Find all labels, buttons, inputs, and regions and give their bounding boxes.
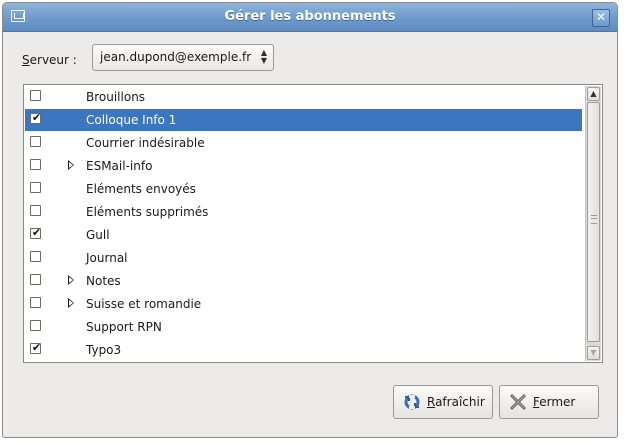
folder-row[interactable]: Notes (25, 270, 582, 292)
folder-row[interactable]: ✔ Typo3 (25, 339, 582, 361)
close-button-label: Fermer (533, 386, 575, 418)
folder-row[interactable]: Support RPN (25, 316, 582, 338)
server-select[interactable]: jean.dupond@exemple.fr ▲ ▼ (92, 44, 274, 71)
subscribe-checkbox[interactable] (30, 90, 41, 101)
subscribe-checkbox[interactable] (30, 320, 41, 331)
triangle-right-icon[interactable] (68, 275, 74, 285)
subscribe-checkbox[interactable] (30, 182, 41, 193)
scroll-down-button[interactable]: ▼ (587, 346, 600, 360)
folder-name: Eléments envoyés (86, 182, 196, 196)
subscribe-checkbox[interactable] (30, 136, 41, 147)
folder-name: ESMail-info (86, 159, 153, 173)
folder-row[interactable]: Brouillons (25, 86, 582, 108)
close-label-text: ermer (539, 395, 576, 409)
refresh-button-label: Rafraîchir (427, 386, 485, 418)
scroll-up-button[interactable]: ▲ (587, 87, 600, 101)
subscribe-checkbox[interactable] (30, 297, 41, 308)
grip-icon (591, 215, 597, 224)
subscribe-checkbox[interactable] (30, 159, 41, 170)
folder-name: Notes (86, 274, 121, 288)
close-window-button[interactable]: ✕ (592, 9, 610, 27)
subscribe-checkbox[interactable]: ✔ (30, 341, 42, 354)
folder-name: Brouillons (86, 90, 146, 104)
folder-name: Colloque Info 1 (86, 113, 177, 127)
folder-name: Suisse et romandie (86, 297, 202, 311)
refresh-label-text: afraîchir (435, 395, 485, 409)
checkmark-icon: ✔ (31, 226, 42, 239)
folder-list-frame: Brouillons ✔ Colloque Info 1 Courrier indés… (23, 84, 603, 363)
refresh-button[interactable]: Rafraîchir (393, 385, 493, 419)
subscribe-checkbox[interactable] (30, 251, 41, 262)
folder-row[interactable]: Courrier indésirable (25, 132, 582, 154)
vertical-scrollbar[interactable]: ▲ ▼ (585, 86, 601, 361)
triangle-right-icon[interactable] (68, 298, 74, 308)
close-icon: ✕ (595, 10, 607, 24)
folder-row[interactable]: ✔ Colloque Info 1 (25, 109, 582, 131)
checkmark-icon: ✔ (31, 341, 42, 354)
server-label-mnemonic: S (22, 53, 30, 67)
server-select-value: jean.dupond@exemple.fr (100, 50, 252, 64)
folder-name: Journal (86, 251, 128, 265)
subscribe-checkbox[interactable]: ✔ (30, 226, 42, 239)
folder-name: Eléments supprimés (86, 205, 209, 219)
folder-row[interactable]: Eléments supprimés (25, 201, 582, 223)
scrollbar-thumb[interactable] (587, 102, 600, 342)
refresh-mnemonic: R (427, 395, 436, 409)
window-title: Gérer les abonnements (224, 9, 396, 24)
folder-row[interactable]: ✔ Gull (25, 224, 582, 246)
server-label-text: erveur : (29, 53, 77, 67)
title-bar[interactable]: Gérer les abonnements ✕ (3, 3, 617, 32)
checkmark-icon: ✔ (31, 111, 42, 124)
folder-row[interactable]: Journal (25, 247, 582, 269)
subscribe-checkbox[interactable]: ✔ (30, 111, 42, 124)
folder-row[interactable]: Suisse et romandie (25, 293, 582, 315)
subscribe-checkbox[interactable] (30, 205, 41, 216)
folder-row[interactable]: ESMail-info (25, 155, 582, 177)
updown-arrows-icon: ▲ ▼ (260, 48, 268, 65)
refresh-icon (404, 394, 420, 410)
subscribe-checkbox[interactable] (30, 274, 41, 285)
folder-row[interactable]: Eléments envoyés (25, 178, 582, 200)
server-label: Serveur : (22, 51, 77, 69)
close-button[interactable]: Fermer (499, 385, 599, 419)
folder-name: Gull (86, 228, 110, 242)
folder-name: Courrier indésirable (86, 136, 205, 150)
folder-name: Typo3 (86, 343, 122, 357)
triangle-right-icon[interactable] (68, 160, 74, 170)
folder-name: Support RPN (86, 320, 162, 334)
folder-list[interactable]: Brouillons ✔ Colloque Info 1 Courrier indés… (25, 86, 582, 361)
close-x-icon (510, 394, 526, 410)
subscriptions-dialog: Gérer les abonnements ✕ Serveur : jean.d… (2, 2, 618, 438)
